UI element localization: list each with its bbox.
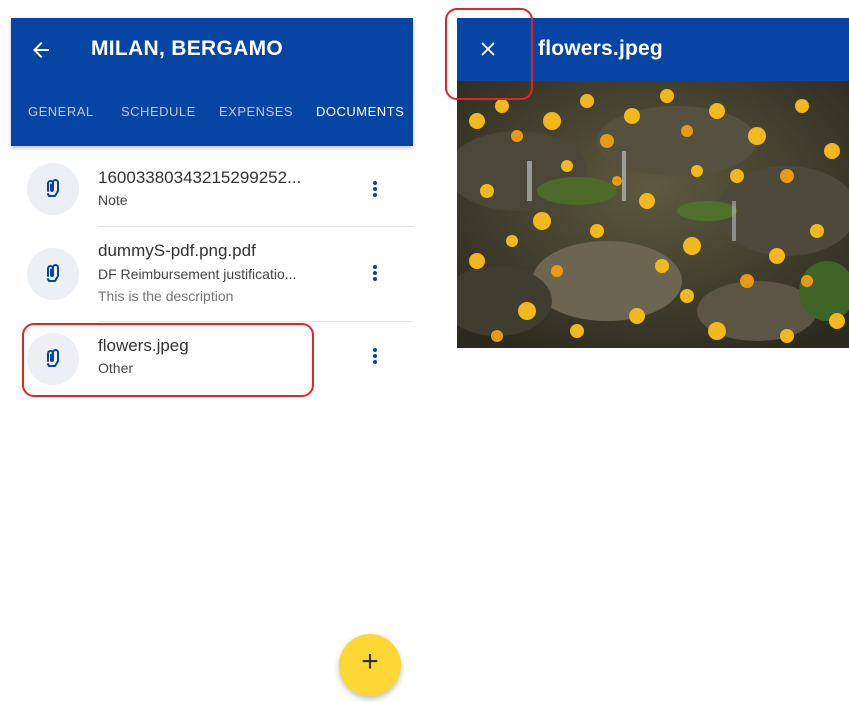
plus-icon: + [361, 645, 379, 678]
highlight-annotation [445, 8, 533, 100]
tab-general[interactable]: GENERAL [28, 104, 94, 119]
list-item[interactable]: 16003380343215299252... Note [11, 160, 413, 226]
document-type: Note [98, 192, 128, 208]
document-description: This is the description [98, 288, 234, 304]
flowers-photo [457, 81, 849, 348]
paperclip-icon [47, 264, 59, 282]
attachment-avatar [27, 248, 79, 300]
viewer-title: flowers.jpeg [538, 37, 663, 60]
document-title: 16003380343215299252... [98, 168, 302, 187]
app-bar: MILAN, BERGAMO GENERAL SCHEDULE EXPENSES… [11, 18, 413, 146]
tab-bar: GENERAL SCHEDULE EXPENSES DOCUMENTS [11, 100, 413, 130]
tab-schedule[interactable]: SCHEDULE [121, 104, 196, 119]
paperclip-icon [47, 179, 59, 197]
image-viewer-screen: flowers.jpeg [445, 0, 849, 702]
attachment-avatar [27, 163, 79, 215]
more-options-button[interactable] [361, 259, 389, 287]
arrow-left-icon [33, 42, 49, 58]
more-options-button[interactable] [361, 342, 389, 370]
page-title: MILAN, BERGAMO [91, 37, 284, 60]
divider [98, 226, 413, 227]
document-type: DF Reimbursement justificatio... [98, 266, 297, 282]
highlight-annotation [22, 323, 314, 397]
document-image [457, 81, 849, 348]
tab-expenses[interactable]: EXPENSES [219, 104, 293, 119]
more-options-button[interactable] [361, 175, 389, 203]
divider [98, 321, 413, 322]
list-item[interactable]: dummyS-pdf.png.pdf DF Reimbursement just… [11, 228, 413, 320]
trip-documents-screen: MILAN, BERGAMO GENERAL SCHEDULE EXPENSES… [11, 0, 413, 702]
tab-documents[interactable]: DOCUMENTS [316, 104, 404, 119]
document-title: dummyS-pdf.png.pdf [98, 241, 256, 260]
add-document-button[interactable]: + [339, 634, 401, 696]
back-button[interactable] [29, 38, 53, 62]
